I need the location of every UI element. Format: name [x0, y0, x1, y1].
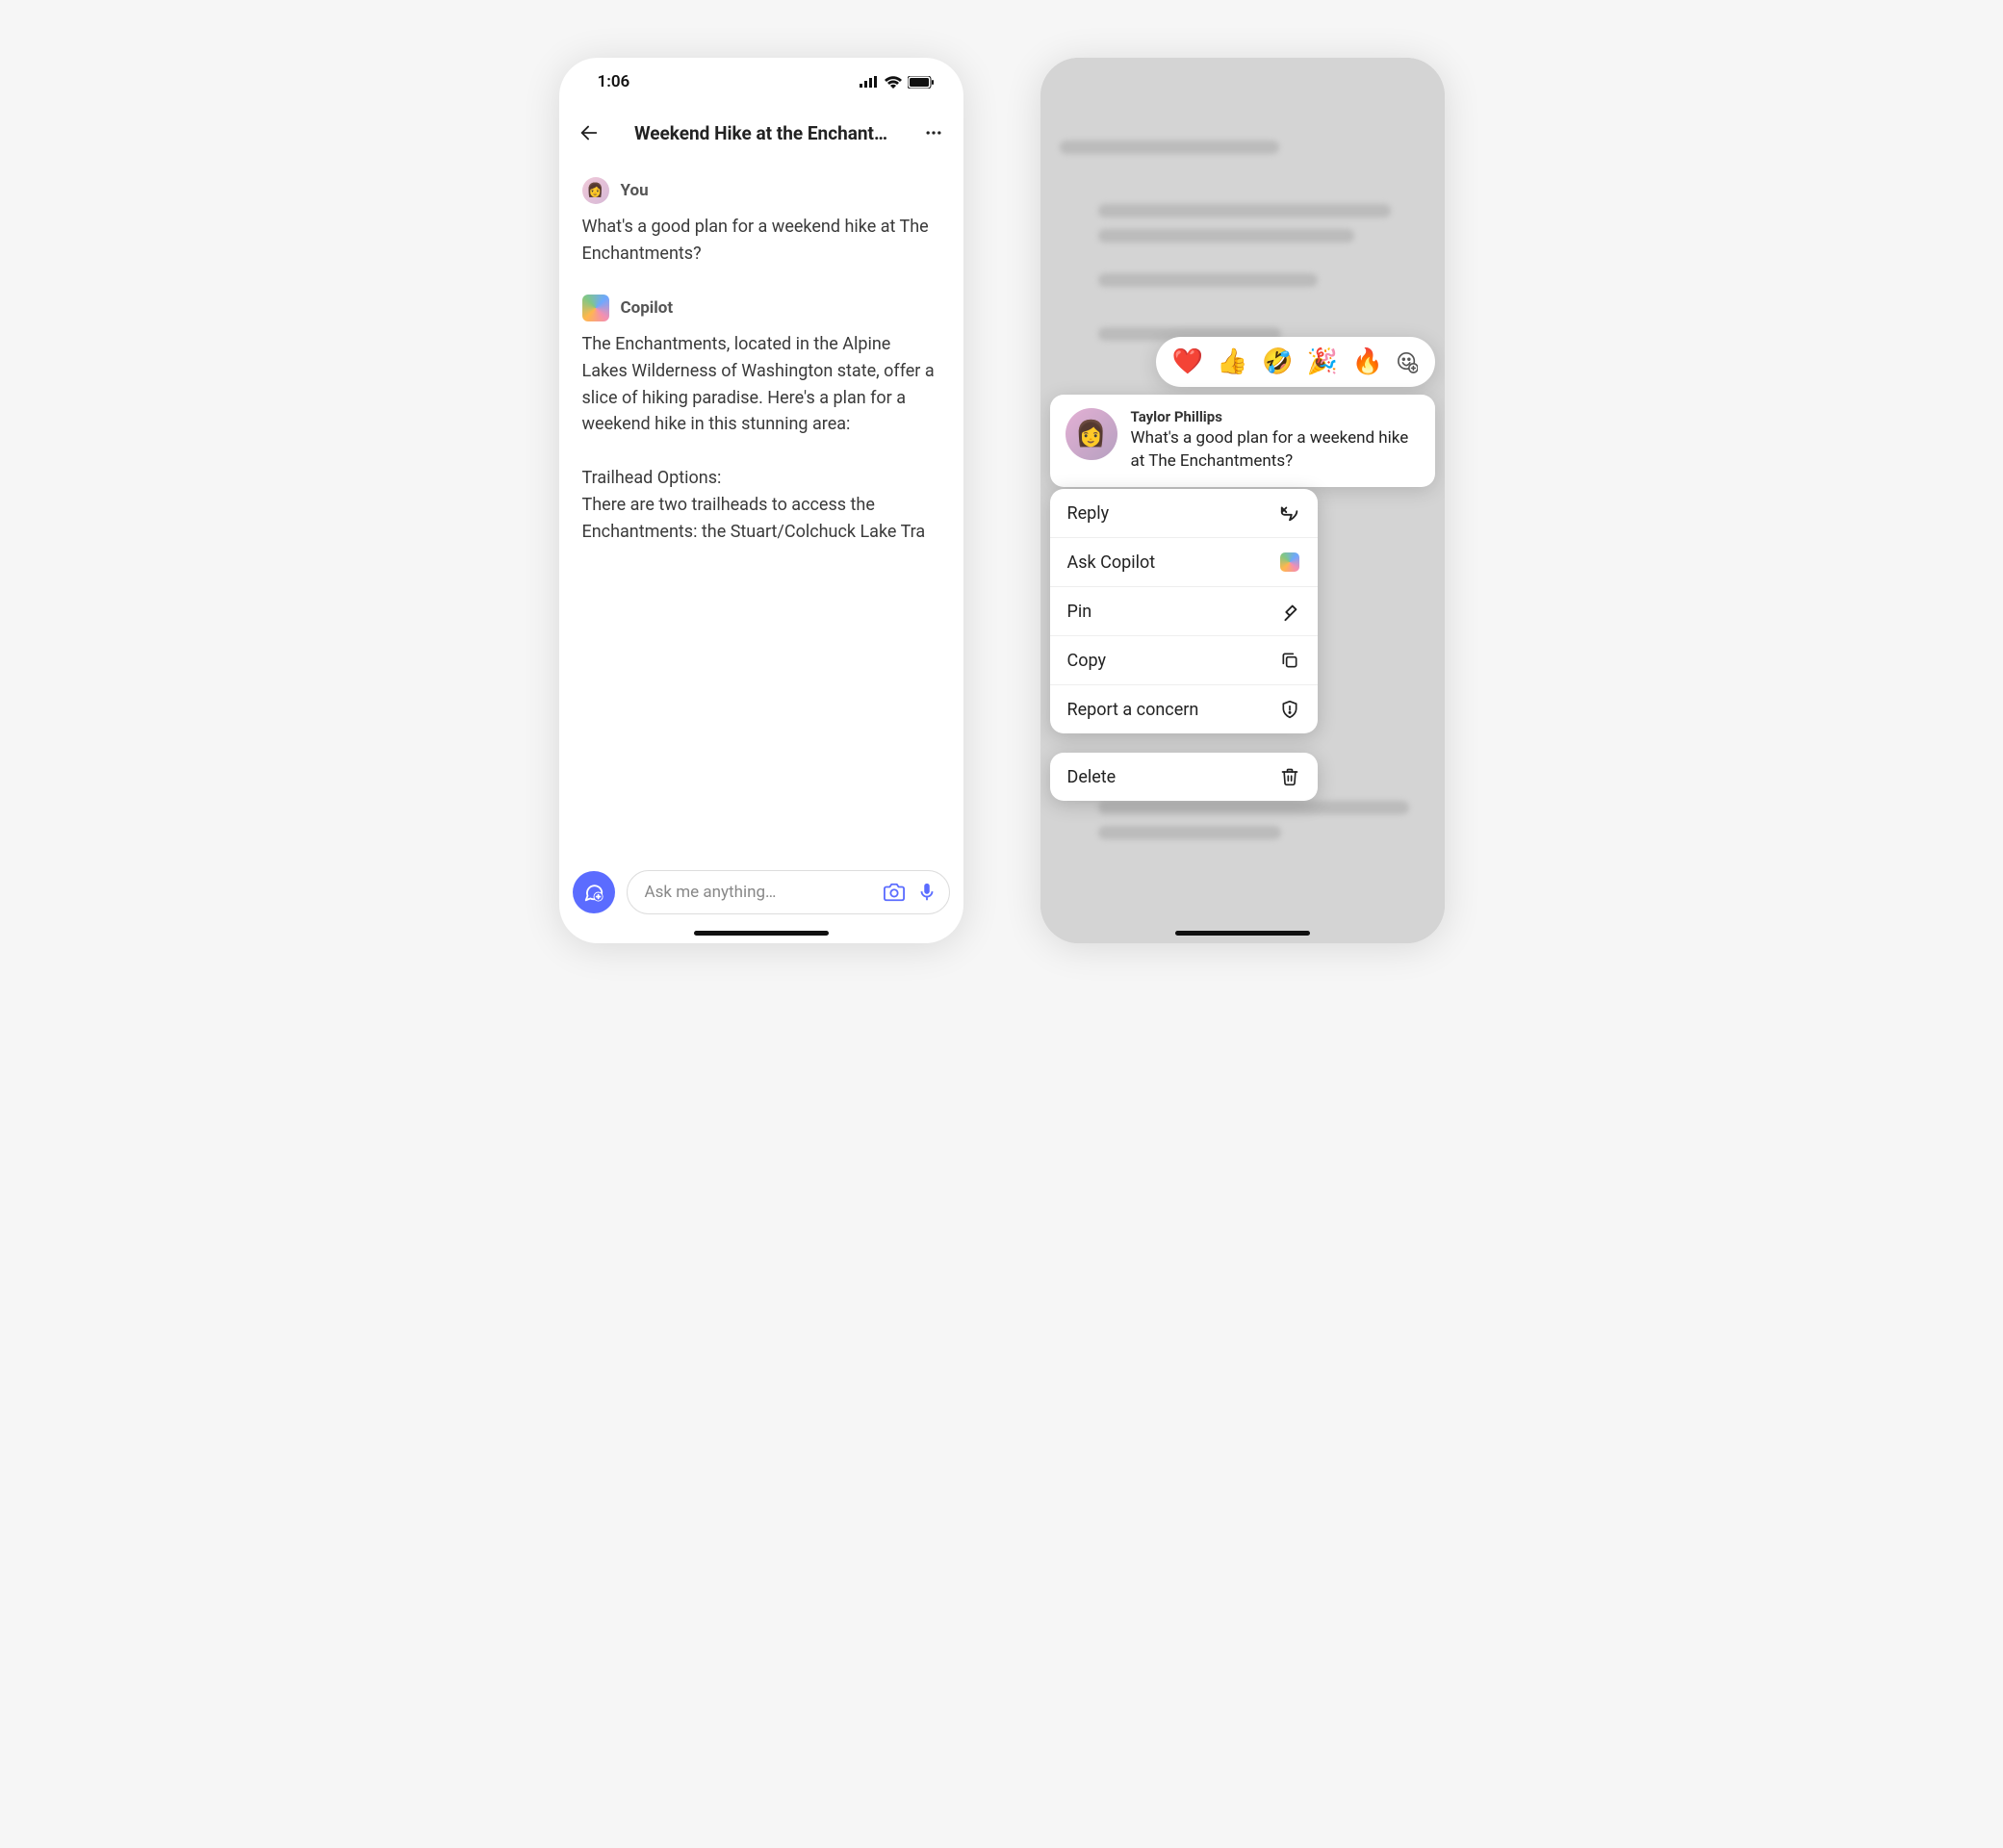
menu-copy-label: Copy — [1067, 651, 1107, 671]
status-bar: 1:06 — [559, 58, 963, 106]
user-message-header: 👩 You — [582, 177, 940, 204]
add-reaction-icon[interactable] — [1397, 351, 1418, 372]
copilot-message-text: The Enchantments, located in the Alpine … — [582, 331, 940, 546]
menu-ask-copilot-label: Ask Copilot — [1067, 552, 1156, 573]
reaction-celebrate[interactable]: 🎉 — [1307, 347, 1338, 376]
reaction-bar: ❤️ 👍 🤣 🎉 🔥 — [1156, 337, 1435, 387]
home-indicator[interactable] — [1175, 931, 1310, 936]
menu-pin-label: Pin — [1067, 602, 1092, 622]
input-row: Ask me anything… — [573, 870, 950, 914]
copilot-icon — [1279, 552, 1300, 573]
pin-icon — [1279, 601, 1300, 622]
copy-icon — [1279, 650, 1300, 671]
menu-delete[interactable]: Delete — [1050, 753, 1318, 801]
app-bar: Weekend Hike at the Enchant… — [559, 106, 963, 160]
chat-body: 👩 You What's a good plan for a weekend h… — [559, 160, 963, 943]
menu-reply-label: Reply — [1067, 503, 1110, 524]
user-sender-label: You — [621, 181, 649, 200]
status-icons — [860, 76, 935, 89]
copilot-sender-label: Copilot — [621, 298, 674, 318]
reaction-laugh[interactable]: 🤣 — [1262, 347, 1293, 376]
status-time: 1:06 — [598, 72, 630, 91]
context-menu: Reply Ask Copilot Pin Copy — [1050, 489, 1318, 733]
copilot-avatar-icon — [582, 295, 609, 321]
menu-reply[interactable]: Reply — [1050, 489, 1318, 538]
cellular-icon — [860, 76, 879, 88]
focused-message-text: What's a good plan for a weekend hike at… — [1131, 427, 1420, 474]
more-button[interactable] — [923, 122, 944, 143]
context-menu-delete-section: Delete — [1050, 753, 1318, 801]
new-chat-button[interactable] — [573, 871, 615, 913]
reply-icon — [1279, 502, 1300, 524]
page-title: Weekend Hike at the Enchant… — [613, 122, 910, 144]
menu-ask-copilot[interactable]: Ask Copilot — [1050, 538, 1318, 587]
menu-copy[interactable]: Copy — [1050, 636, 1318, 685]
sender-name: Taylor Phillips — [1131, 408, 1420, 425]
home-indicator[interactable] — [694, 931, 829, 936]
user-message-text: What's a good plan for a weekend hike at… — [582, 214, 940, 268]
focused-message-card: 👩 Taylor Phillips What's a good plan for… — [1050, 395, 1435, 487]
shield-alert-icon — [1279, 699, 1300, 720]
context-overlay: ❤️ 👍 🤣 🎉 🔥 👩 Taylor Phillips What's a go… — [1040, 58, 1445, 943]
reaction-fire[interactable]: 🔥 — [1352, 347, 1383, 376]
copilot-message-header: Copilot — [582, 295, 940, 321]
back-button[interactable] — [578, 122, 600, 143]
menu-report-label: Report a concern — [1067, 700, 1199, 720]
sender-avatar: 👩 — [1066, 408, 1117, 460]
menu-pin[interactable]: Pin — [1050, 587, 1318, 636]
menu-report[interactable]: Report a concern — [1050, 685, 1318, 733]
wifi-icon — [885, 76, 902, 89]
input-placeholder: Ask me anything… — [645, 883, 872, 902]
copilot-chat-screen: 1:06 Weekend Hike at the Enchant… 👩 You … — [559, 58, 963, 943]
reaction-thumbs-up[interactable]: 👍 — [1217, 347, 1247, 376]
menu-delete-label: Delete — [1067, 767, 1117, 787]
teams-message-context-screen: ❤️ 👍 🤣 🎉 🔥 👩 Taylor Phillips What's a go… — [1040, 58, 1445, 943]
microphone-icon[interactable] — [916, 882, 937, 903]
battery-icon — [908, 76, 935, 89]
user-avatar: 👩 — [582, 177, 609, 204]
trash-icon — [1279, 766, 1300, 787]
message-input[interactable]: Ask me anything… — [627, 870, 950, 914]
reaction-heart[interactable]: ❤️ — [1172, 347, 1203, 376]
camera-icon[interactable] — [884, 882, 905, 903]
